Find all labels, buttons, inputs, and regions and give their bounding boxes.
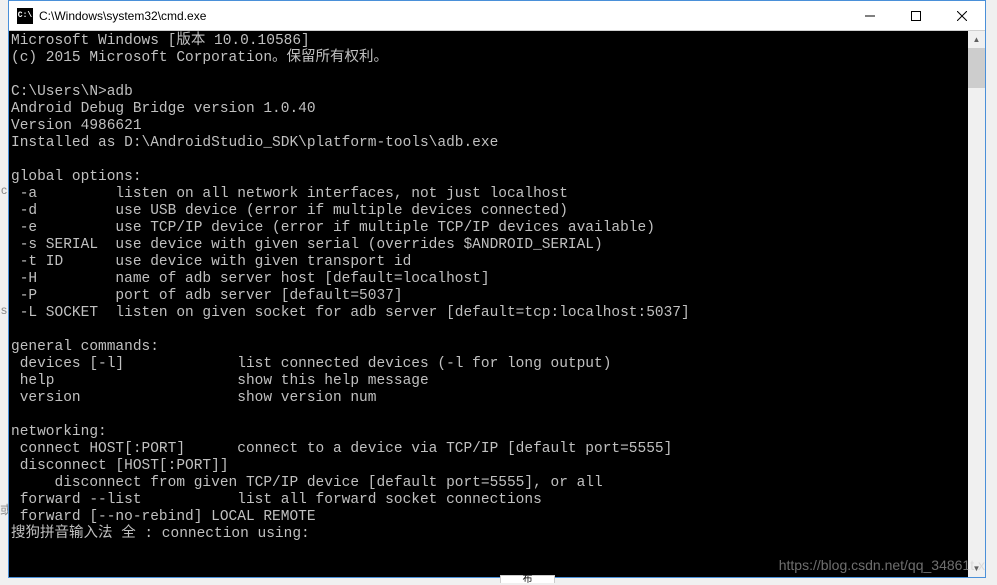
titlebar[interactable]: C:\ C:\Windows\system32\cmd.exe bbox=[9, 1, 985, 31]
console-output[interactable]: Microsoft Windows [版本 10.0.10586] (c) 20… bbox=[9, 31, 968, 577]
bottom-tab: 布 bbox=[500, 575, 555, 583]
left-edge-decor: c s 或 bbox=[0, 30, 8, 550]
window-controls bbox=[847, 1, 985, 31]
minimize-button[interactable] bbox=[847, 1, 893, 31]
scroll-thumb[interactable] bbox=[968, 48, 985, 88]
maximize-button[interactable] bbox=[893, 1, 939, 31]
close-button[interactable] bbox=[939, 1, 985, 31]
window-title: C:\Windows\system32\cmd.exe bbox=[39, 9, 847, 23]
console-area: Microsoft Windows [版本 10.0.10586] (c) 20… bbox=[9, 31, 985, 577]
scroll-up-arrow[interactable]: ▲ bbox=[968, 31, 985, 48]
watermark-text: https://blog.csdn.net/qq_34861t x bbox=[779, 557, 985, 573]
cmd-window: C:\ C:\Windows\system32\cmd.exe Microsof… bbox=[8, 0, 986, 578]
cmd-icon: C:\ bbox=[17, 8, 33, 24]
vertical-scrollbar[interactable]: ▲ ▼ bbox=[968, 31, 985, 577]
